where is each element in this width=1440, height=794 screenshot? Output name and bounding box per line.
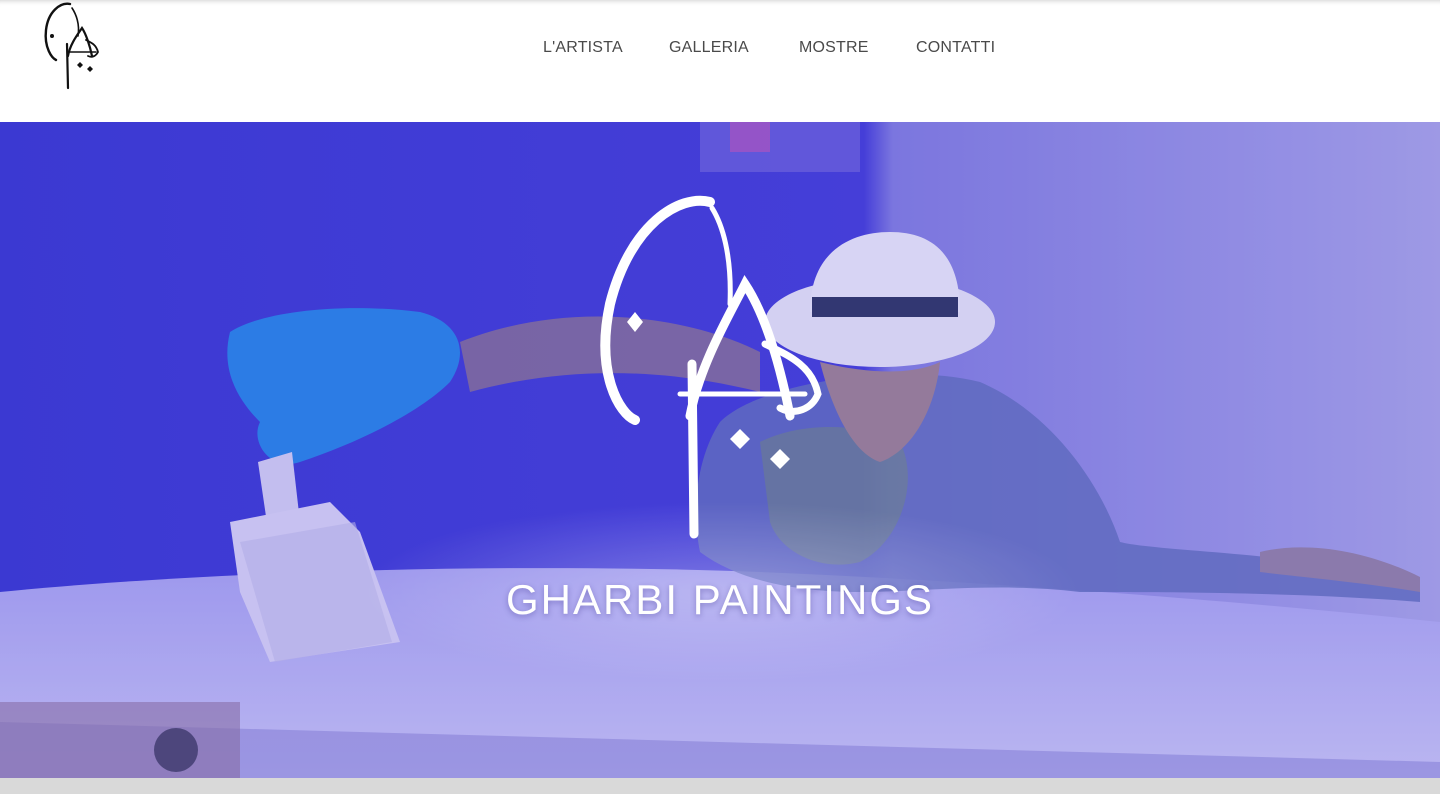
nav-item-lartista[interactable]: L'ARTISTA — [543, 37, 623, 59]
nav-item-galleria[interactable]: GALLERIA — [669, 37, 749, 59]
main-nav: L'ARTISTA GALLERIA MOSTRE CONTATTI — [0, 37, 1440, 59]
hero-banner: GHARBI PAINTINGS — [0, 122, 1440, 778]
nav-item-contatti[interactable]: CONTATTI — [916, 37, 995, 59]
calligraphy-logo-icon — [600, 195, 822, 539]
page-bottom-strip — [0, 778, 1440, 794]
hero-title: GHARBI PAINTINGS — [506, 576, 934, 623]
nav-item-mostre[interactable]: MOSTRE — [799, 37, 869, 59]
site-header: L'ARTISTA GALLERIA MOSTRE CONTATTI — [0, 0, 1440, 122]
